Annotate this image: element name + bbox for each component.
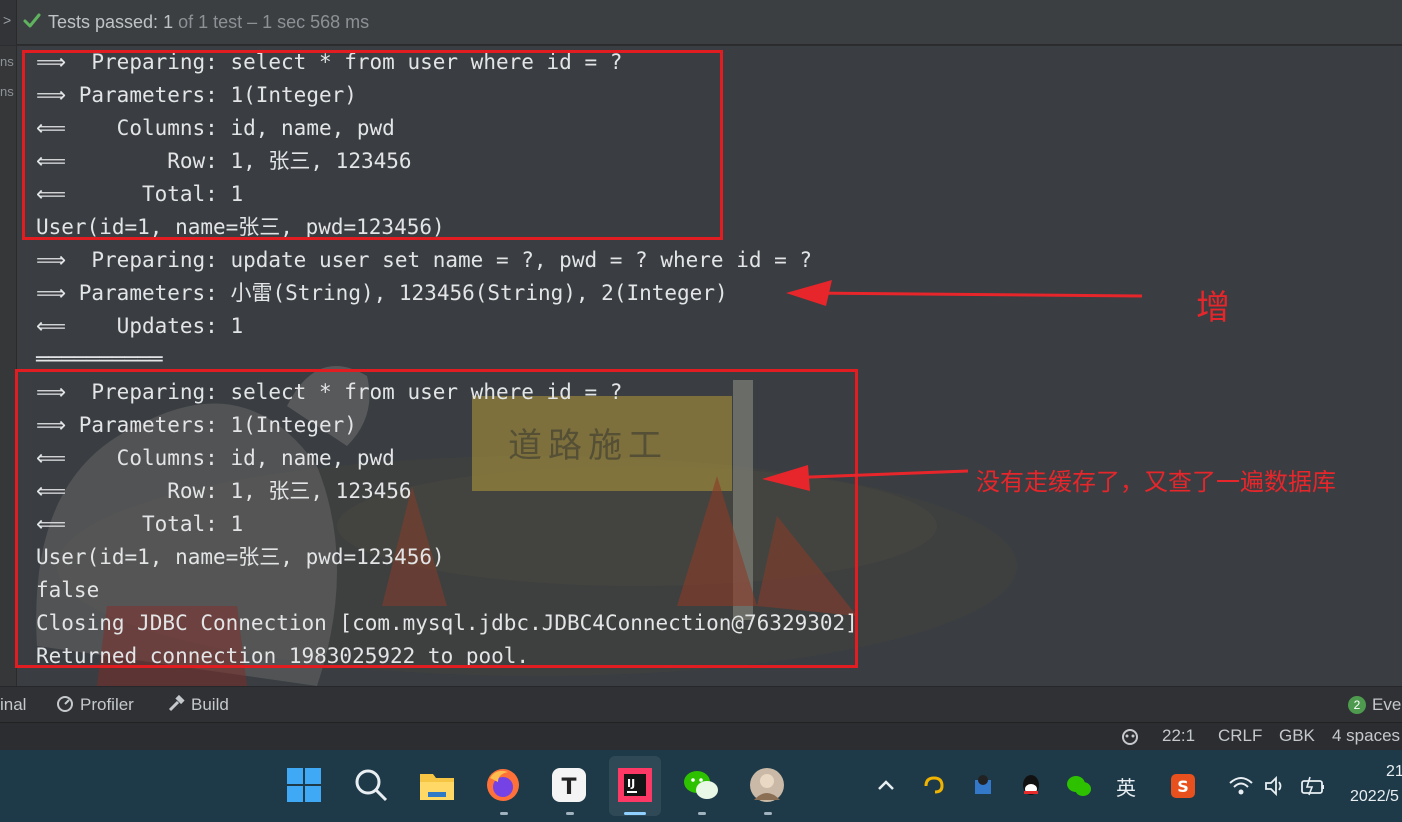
volume-icon[interactable]: [1264, 775, 1286, 797]
check-icon: [23, 13, 41, 28]
svg-text:S: S: [1177, 777, 1189, 796]
avatar-app-icon[interactable]: [748, 766, 786, 804]
caret-position[interactable]: 22:1: [1162, 726, 1195, 746]
gutter-label: ns: [0, 84, 14, 99]
side-panel-toggle[interactable]: >: [0, 0, 17, 45]
profiler-tab[interactable]: Profiler: [56, 695, 134, 715]
profiler-tab-label: Profiler: [80, 695, 134, 714]
build-tab-label: Build: [191, 695, 229, 714]
windows-taskbar: T IJ 英 S 21 2022/5: [0, 750, 1402, 822]
file-encoding[interactable]: GBK: [1279, 726, 1315, 746]
firefox-icon[interactable]: [484, 766, 522, 804]
app-active-indicator: [624, 812, 646, 815]
test-status-bar: > Tests passed: 1 of 1 test – 1 sec 568 …: [0, 0, 1402, 45]
line-separator[interactable]: CRLF: [1218, 726, 1262, 746]
ide-status-bar: 22:1 CRLF GBK 4 spaces: [0, 722, 1402, 750]
terminal-tab[interactable]: inal: [0, 695, 26, 715]
wifi-icon[interactable]: [1228, 775, 1254, 797]
ime-indicator[interactable]: 英: [1116, 772, 1136, 801]
build-tab[interactable]: Build: [167, 694, 229, 715]
app-running-indicator: [500, 812, 508, 815]
tray-swirl-icon[interactable]: [922, 774, 946, 798]
chevron-up-icon[interactable]: [876, 776, 896, 796]
status-count: 1: [163, 12, 174, 32]
wechat-tray-icon[interactable]: [1066, 774, 1092, 798]
tray-network-icon[interactable]: [972, 774, 994, 798]
file-explorer-icon[interactable]: [418, 766, 456, 804]
app-running-indicator: [566, 812, 574, 815]
test-status-text: Tests passed: 1 of 1 test – 1 sec 568 ms: [48, 12, 369, 33]
first-query-highlight-box: [22, 50, 723, 240]
search-icon[interactable]: [352, 766, 390, 804]
battery-icon[interactable]: [1300, 775, 1326, 797]
event-log-tab[interactable]: 2 Even: [1348, 695, 1402, 715]
sogou-ime-icon[interactable]: S: [1170, 773, 1196, 799]
clock-date[interactable]: 2022/5: [1350, 788, 1399, 806]
event-count-badge: 2: [1348, 696, 1366, 714]
indent-setting[interactable]: 4 spaces: [1332, 726, 1400, 746]
clock-time[interactable]: 21: [1386, 763, 1402, 781]
cache-annotation: 没有走缓存了，又查了一遍数据库: [976, 468, 1336, 496]
active-app-highlight: [609, 756, 661, 816]
hammer-icon: [168, 694, 185, 712]
tool-window-bar: inal Profiler Build 2 Even: [0, 686, 1402, 722]
gutter-label: ns: [0, 54, 14, 69]
terminal-tab-label: inal: [0, 695, 27, 714]
status-suffix: of 1 test – 1 sec 568 ms: [173, 12, 370, 32]
side-toggle-glyph: >: [3, 12, 12, 28]
typora-icon[interactable]: T: [550, 766, 588, 804]
console-line: ⟹ Parameters: 小雷(String), 123456(String)…: [36, 281, 728, 305]
second-query-highlight-box: [15, 369, 858, 668]
app-running-indicator: [764, 812, 772, 815]
svg-text:T: T: [561, 775, 576, 800]
qq-icon[interactable]: [1020, 773, 1042, 799]
console-line: ⟹ Preparing: update user set name = ?, p…: [36, 248, 813, 272]
wechat-icon[interactable]: [682, 766, 720, 804]
status-prefix: Tests passed:: [48, 12, 164, 32]
console-line: ⟸ Updates: 1: [36, 314, 244, 338]
insert-annotation: 增: [1196, 288, 1230, 328]
event-log-label: Even: [1372, 695, 1402, 714]
app-running-indicator: [698, 812, 706, 815]
windows-start-icon[interactable]: [285, 766, 323, 804]
profiler-icon: [57, 696, 73, 712]
git-face-icon[interactable]: [1120, 728, 1140, 746]
